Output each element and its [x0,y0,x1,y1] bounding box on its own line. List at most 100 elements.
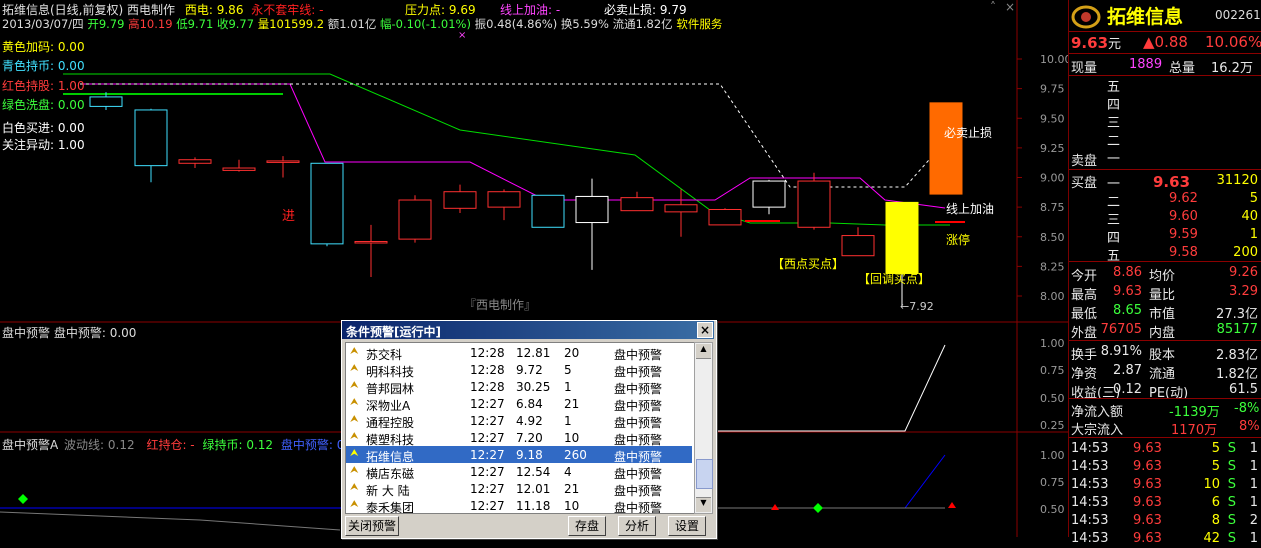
analyze-button[interactable]: 分析 [618,516,656,536]
condition-alert-dialog[interactable]: 条件预警[运行中] × ⮝ 苏交科 12:28 12.81 20 盘中预警 ⮝ 明科科技 12:… [341,320,717,539]
tick-row[interactable]: 14:53 9.63 10 S 1 [1069,476,1261,494]
candle[interactable] [708,208,742,226]
alert-list-item[interactable]: ⮝ 普邦园林 12:28 30.25 1 盘中预警 [346,378,692,396]
candle[interactable] [134,108,168,183]
alert-time: 12:27 [470,397,505,411]
candle[interactable] [531,194,565,228]
candle[interactable] [620,191,654,212]
candle[interactable] [178,157,212,169]
alert-list-item[interactable]: ⮝ 拓维信息 12:27 9.18 260 盘中预警 [346,446,692,464]
candle[interactable] [487,189,521,221]
tick-count: 1 [1249,495,1258,510]
tick-side: S [1227,531,1236,546]
stat-label: 流通 [1149,367,1176,382]
candle[interactable] [797,172,831,230]
candle[interactable] [752,179,786,215]
candle[interactable] [222,159,256,172]
alert-list-item[interactable]: ⮝ 深物业A 12:27 6.84 21 盘中预警 [346,395,692,413]
candle[interactable] [575,178,609,270]
alert-count: 1 [564,414,572,428]
must-sell-tag: 必卖止损 [944,126,993,140]
candle[interactable] [841,227,875,257]
tick-volume: 5 [1211,459,1220,474]
buy-level-row[interactable]: 一 9.63 31120 [1069,172,1261,192]
alert-count: 21 [564,482,580,496]
tick-row[interactable]: 14:53 9.63 5 S 1 [1069,440,1261,458]
stat-row: 今开 8.86 均价 9.26 [1069,264,1261,284]
stat-value: 76705 [1100,322,1142,337]
candle[interactable] [310,162,344,247]
bar-amount: 额1.01亿 [327,17,377,31]
quote-panel: 拓维信息 002261 9.63元 ▲0.88 10.06% 现量 1889 总… [1068,0,1261,546]
alert-price: 9.72 [516,363,543,377]
stat-label: 内盘 [1149,326,1176,341]
pressure-value: 9.69 [448,3,476,17]
buy-price: 9.58 [1169,245,1198,260]
alert-list-item[interactable]: ⮝ 明科科技 12:28 9.72 5 盘中预警 [346,361,692,379]
chart-collapse-icon[interactable]: ˄ [990,0,996,14]
alert-time: 12:28 [470,380,505,394]
alert-list-item[interactable]: ⮝ 苏交科 12:28 12.81 20 盘中预警 [346,344,692,362]
online-add-value: - [555,3,561,17]
candle[interactable] [354,224,388,278]
alert-count: 20 [564,346,580,360]
buy-price: 9.63 [1153,173,1191,191]
tick-row[interactable]: 14:53 9.63 42 S 1 [1069,530,1261,548]
stat-row: 换手 8.91% 股本 2.83亿 [1069,343,1261,363]
stat-label: 今开 [1071,269,1098,284]
bar-industry: 软件服务 [676,17,723,31]
quote-price: 9.63 [1071,34,1109,52]
sub2-green-hold: 绿持币: 0.12 [202,438,274,452]
alert-list-item[interactable]: ⮝ 通程控股 12:27 4.92 1 盘中预警 [346,412,692,430]
tick-row[interactable]: 14:53 9.63 5 S 1 [1069,458,1261,476]
alert-list-item[interactable]: ⮝ 横店东磁 12:27 12.54 4 盘中预警 [346,463,692,481]
tick-time: 14:53 [1071,459,1109,474]
alert-list-item[interactable]: ⮝ 模塑科技 12:27 7.20 10 盘中预警 [346,429,692,447]
legend-yellow-add: 黄色加码: 0.00 [2,40,85,54]
alert-list-item[interactable]: ⮝ 泰禾集团 12:27 11.18 10 盘中预警 [346,497,692,513]
close-alert-button[interactable]: 关闭预警 [345,516,399,536]
sub2-red-hold: 红持仓: - [146,438,195,452]
tick-row[interactable]: 14:53 9.63 6 S 1 [1069,494,1261,512]
alert-list-item[interactable]: ⮝ 新 大 陆 12:27 12.01 21 盘中预警 [346,480,692,498]
pullback-buy-tag: 【回调买点】 [858,272,931,286]
quote-change-pct: 10.06% [1205,33,1261,51]
stat-label: 最高 [1071,288,1098,303]
candle[interactable] [266,156,300,178]
settings-button[interactable]: 设置 [668,516,706,536]
dialog-close-icon[interactable]: × [697,322,713,338]
price-axis-label: 8.50 [1040,231,1065,244]
save-button[interactable]: 存盘 [568,516,606,536]
stat-value: 85177 [1216,322,1258,337]
chart-watermark: 『西电制作』 [464,298,537,312]
chart-close-icon[interactable]: × [1005,0,1015,14]
candle[interactable] [885,201,919,306]
tick-volume: 6 [1211,495,1220,510]
tick-count: 1 [1249,531,1258,546]
scroll-down-icon[interactable]: ▼ [696,497,711,512]
stat-value: 3.29 [1229,284,1258,299]
stat-label: 换手 [1071,348,1098,363]
candle[interactable] [398,195,432,243]
sell-level: 四 [1107,98,1121,113]
buy-level-row[interactable]: 五 9.58 200 [1069,244,1261,264]
up-arrow-icon: ⮝ [350,397,359,408]
scroll-up-icon[interactable]: ▲ [696,344,711,359]
dialog-titlebar[interactable]: 条件预警[运行中] × [342,321,714,339]
tick-time: 14:53 [1071,513,1109,528]
alert-list-scrollbar[interactable]: ▲ ▼ [694,342,713,514]
alert-list[interactable]: ⮝ 苏交科 12:28 12.81 20 盘中预警 ⮝ 明科科技 12:28 9.72 5 盘中预警 ⮝… [345,342,695,514]
scroll-thumb[interactable] [696,459,713,489]
stock-title: 拓维信息(日线,前复权) [2,3,124,17]
tick-volume: 5 [1211,441,1220,456]
candle[interactable] [443,184,477,214]
buy-level-row[interactable]: 二 9.62 5 [1069,190,1261,210]
price-axis-label: 9.75 [1040,83,1065,96]
candle[interactable] [929,102,963,195]
buy-level-row[interactable]: 四 9.59 1 [1069,226,1261,246]
up-arrow-icon: ⮝ [350,346,359,357]
buy-level-row[interactable]: 三 9.60 40 [1069,208,1261,228]
tick-row[interactable]: 14:53 9.63 8 S 2 [1069,512,1261,530]
stat-row: 最低 8.65 市值 27.3亿 [1069,302,1261,322]
alert-price: 30.25 [516,380,551,394]
